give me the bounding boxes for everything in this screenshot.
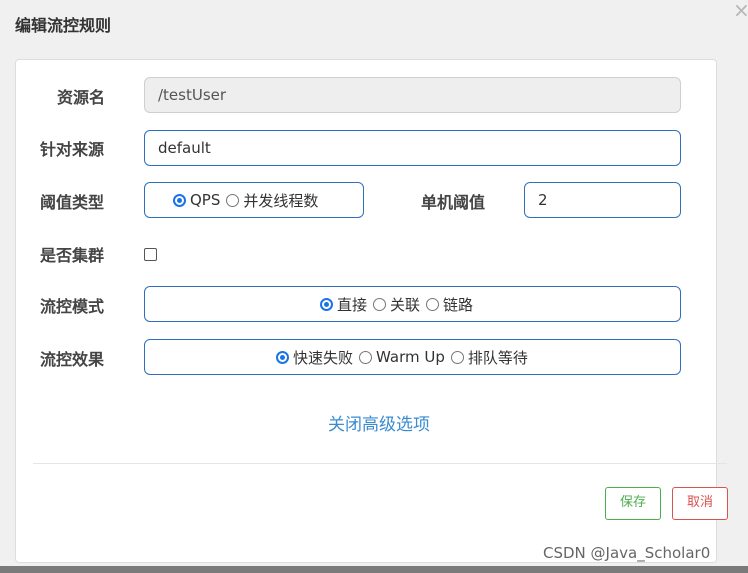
cancel-button[interactable]: 取消 [672, 487, 728, 520]
dialog-title: 编辑流控规则 [15, 16, 112, 35]
radio-unchecked-icon [226, 193, 240, 207]
control-behavior-option[interactable]: 快速失败 [276, 347, 353, 368]
control-behavior-option[interactable]: Warm Up [359, 348, 445, 366]
strategy-option[interactable]: 链路 [426, 294, 473, 315]
grade-label: 阈值类型 [40, 193, 105, 212]
limit-app-label: 针对来源 [40, 140, 105, 159]
radio-unchecked-icon [450, 350, 464, 364]
count-label: 单机阈值 [421, 193, 486, 212]
radio-unchecked-icon [359, 350, 373, 364]
count-input[interactable]: 2 [524, 182, 681, 218]
radio-checked-icon [173, 193, 186, 207]
save-button[interactable]: 保存 [605, 487, 661, 520]
grade-option[interactable]: QPS [173, 191, 220, 209]
strategy-label: 流控模式 [40, 297, 105, 316]
toggle-advanced-link[interactable]: 关闭高级选项 [328, 410, 430, 435]
control-behavior-label: 流控效果 [40, 350, 105, 369]
cluster-checkbox[interactable] [144, 248, 157, 261]
strategy-option[interactable]: 直接 [320, 294, 367, 315]
resource-input: /testUser [144, 77, 681, 113]
footer-divider [33, 463, 727, 464]
grade-option[interactable]: 并发线程数 [226, 190, 318, 211]
cluster-label: 是否集群 [40, 246, 105, 265]
strategy-radio-group: 直接 关联 链路 [144, 286, 681, 322]
radio-checked-icon [320, 297, 333, 311]
resource-label: 资源名 [57, 88, 106, 107]
radio-unchecked-icon [373, 297, 387, 311]
strategy-option[interactable]: 关联 [373, 294, 420, 315]
close-icon[interactable]: × [733, 0, 748, 22]
limit-app-input[interactable]: default [144, 130, 681, 166]
control-behavior-option[interactable]: 排队等待 [450, 347, 528, 368]
watermark: CSDN @Java_Scholar0 [543, 544, 711, 562]
radio-unchecked-icon [426, 297, 440, 311]
radio-checked-icon [276, 350, 289, 364]
grade-radio-group: QPS 并发线程数 [144, 182, 364, 218]
bottom-shade [0, 566, 748, 573]
control-behavior-radio-group: 快速失败 Warm Up 排队等待 [144, 339, 681, 375]
